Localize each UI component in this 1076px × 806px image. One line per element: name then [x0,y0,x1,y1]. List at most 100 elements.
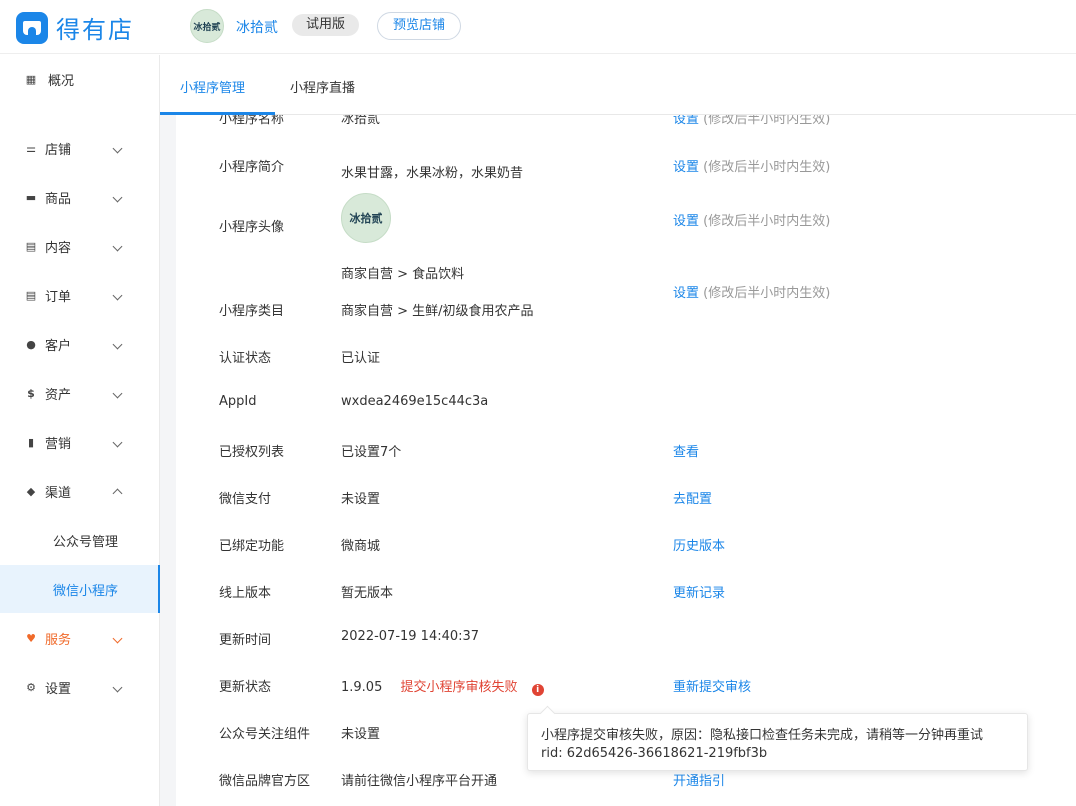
chevron-down-icon [112,339,123,349]
category-value-1: 商家自营 > 食品饮料 [341,267,465,282]
sidebar-item-store[interactable]: ⚌ 店铺 [0,124,159,172]
sidebar-item-settings[interactable]: ⚙ 设置 [0,663,159,711]
version-text: 1.9.05 [341,680,383,695]
document-icon: ▤ [25,239,37,253]
sidebar-item-label: 资产 [45,387,72,403]
sidebar-item-assets[interactable]: $ 资产 [0,369,159,417]
hint-text: (修改后半小时内生效) [703,160,831,175]
sidebar-item-label: 设置 [45,681,72,697]
top-bar: 得有店 冰拾贰 冰拾贰 试用版 预览店铺 [0,0,1076,54]
sidebar: ▦ 概况 ⚌ 店铺 ▬ 商品 ▤ 内容 ▤ 订单 ● 客户 $ 资产 ▮ 营销 … [0,55,160,806]
sidebar-subitem-official-account[interactable]: 公众号管理 [0,516,159,564]
layers-icon: ◆ [26,484,36,498]
chevron-down-icon [112,388,123,398]
action-text[interactable]: 设置 [673,214,699,229]
action-text[interactable]: 设置 [673,286,699,301]
sidebar-item-content[interactable]: ▤ 内容 [0,222,159,270]
box-icon: ▬ [25,190,37,204]
chevron-down-icon [112,682,123,692]
store-avatar[interactable]: 冰拾贰 [190,9,224,43]
mini-program-avatar[interactable]: 冰拾贰 [341,193,391,243]
error-tooltip: 小程序提交审核失败，原因：隐私接口检查任务未完成，请稍等一分钟再重试 rid: … [527,713,1028,771]
chevron-up-icon [112,488,123,498]
store-name[interactable]: 冰拾贰 [236,17,278,37]
row-value: 微商城 [341,539,381,554]
tooltip-rid: rid: 62d65426-36618621-219fbf3b [541,746,768,761]
sidebar-item-orders[interactable]: ▤ 订单 [0,271,159,319]
sidebar-item-label: 店铺 [45,142,72,158]
chevron-down-icon [112,437,123,447]
sidebar-item-products[interactable]: ▬ 商品 [0,173,159,221]
row-label: 微信支付 [219,492,272,507]
store-logo-icon [16,11,48,44]
content-gutter [160,115,176,806]
row-label: AppId [219,394,257,409]
gear-icon: ⚙ [26,680,36,694]
chevron-down-icon [112,633,123,643]
row-label: 微信品牌官方区 [219,774,311,789]
row-label: 公众号关注组件 [219,727,311,742]
dollar-icon: $ [27,386,35,400]
configure-pay-link[interactable]: 去配置 [673,488,712,507]
status-value: 1.9.05 提交小程序审核失败 i [341,676,544,696]
sidebar-item-overview[interactable]: ▦ 概况 [0,55,159,103]
sidebar-item-label: 营销 [45,436,72,452]
tab-mini-program-live[interactable]: 小程序直播 [290,77,355,96]
sidebar-item-label: 内容 [45,240,72,256]
action-text[interactable]: 设置 [673,160,699,175]
sidebar-item-label: 客户 [45,338,72,354]
sidebar-item-label: 订单 [45,289,72,305]
tooltip-reason: 小程序提交审核失败，原因：隐私接口检查任务未完成，请稍等一分钟再重试 [541,728,984,743]
set-avatar-link[interactable]: 设置 (修改后半小时内生效) [673,210,830,229]
hint-text: (修改后半小时内生效) [703,214,831,229]
view-authorized-link[interactable]: 查看 [673,441,699,460]
row-label: 线上版本 [219,586,272,601]
sidebar-item-label: 商品 [45,191,72,207]
sidebar-item-service[interactable]: ♥ 服务 [0,614,159,662]
sidebar-subitem-label: 微信小程序 [53,584,119,599]
tab-bar: 小程序管理 小程序直播 [160,55,1076,115]
tab-mini-program-management[interactable]: 小程序管理 [180,77,245,96]
sidebar-item-label: 渠道 [45,485,72,501]
open-guide-link[interactable]: 开通指引 [673,770,725,789]
sidebar-item-label: 概况 [48,73,75,89]
active-tab-indicator [160,112,275,115]
row-label: 更新时间 [219,633,272,648]
history-versions-link[interactable]: 历史版本 [673,535,725,554]
resubmit-review-link[interactable]: 重新提交审核 [673,676,751,695]
sidebar-item-channels[interactable]: ◆ 渠道 [0,467,159,515]
row-value: 已设置7个 [341,445,402,460]
row-label: 小程序简介 [219,160,285,175]
row-value: wxdea2469e15c44c3a [341,394,489,409]
row-value: 未设置 [341,492,381,507]
row-label: 小程序类目 [219,304,285,319]
sidebar-item-customers[interactable]: ● 客户 [0,320,159,368]
row-value: 未设置 [341,727,381,742]
set-intro-link[interactable]: 设置 (修改后半小时内生效) [673,156,830,175]
update-log-link[interactable]: 更新记录 [673,582,725,601]
chevron-down-icon [112,241,123,251]
heart-icon: ♥ [26,631,36,645]
hint-text: (修改后半小时内生效) [703,286,831,301]
row-value: 2022-07-19 14:40:37 [341,629,480,644]
chevron-down-icon [112,290,123,300]
trial-badge: 试用版 [292,14,360,36]
grid-icon: ▦ [25,72,37,86]
sidebar-subitem-mini-program[interactable]: 微信小程序 [0,565,160,613]
list-icon: ▤ [25,288,37,302]
users-icon: ● [26,337,36,351]
chevron-down-icon [112,143,123,153]
logo[interactable]: 得有店 [16,10,134,45]
sidebar-item-label: 服务 [45,632,72,648]
sidebar-item-marketing[interactable]: ▮ 营销 [0,418,159,466]
row-value: 水果甘露，水果冰粉，水果奶昔 [341,166,524,181]
info-icon[interactable]: i [531,684,544,696]
row-value: 已认证 [341,351,381,366]
preview-store-button[interactable]: 预览店铺 [377,12,462,40]
sliders-icon: ⚌ [26,141,36,155]
row-label: 已绑定功能 [219,539,285,554]
row-label: 小程序头像 [219,220,285,235]
mini-program-info-panel: 小程序名称 冰拾贰 设置 (修改后半小时内生效) 小程序简介 水果甘露，水果冰粉… [176,80,1076,806]
set-category-link[interactable]: 设置 (修改后半小时内生效) [673,282,830,301]
logo-text: 得有店 [56,16,134,44]
